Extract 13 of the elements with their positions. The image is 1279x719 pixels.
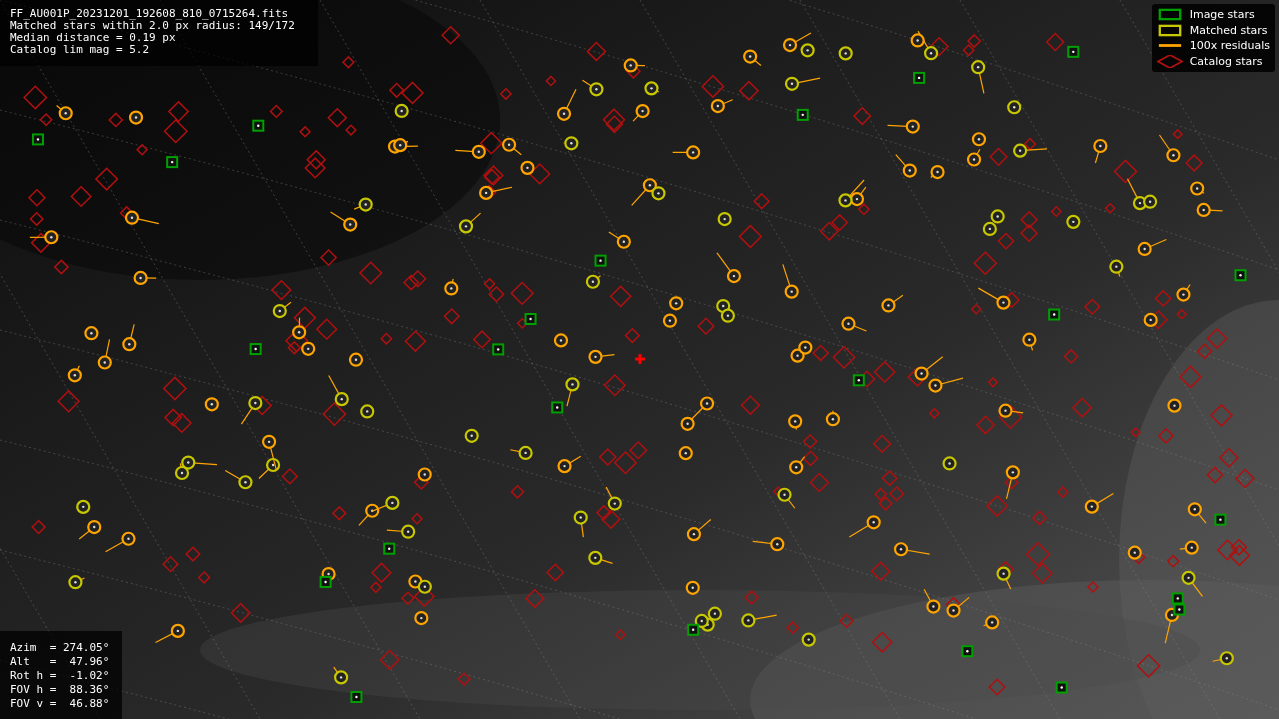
legend-label: Image stars [1189, 8, 1255, 22]
legend-label: 100x residuals [1189, 39, 1270, 53]
info-text: FF_AU001P_20231201_192608_810_0715264.fits [10, 8, 290, 20]
legend-label: Matched stars [1189, 23, 1268, 37]
info-text: Matched stars within 2.0 px radius: 149/172 [10, 20, 296, 32]
pointing-text: Rot h = -1.02° [10, 669, 111, 683]
legend-label: Catalog stars [1189, 54, 1263, 68]
pointing-text: FOV h = 88.36° [10, 683, 111, 697]
pointing-text: FOV v = 46.88° [10, 697, 111, 711]
info-text: Catalog lim mag = 5.2 [10, 44, 151, 56]
info-text: Median distance = 0.19 px [10, 32, 177, 44]
pointing-text: Alt = 47.96° [10, 655, 111, 669]
pointing-text: Azim = 274.05° [10, 641, 111, 655]
